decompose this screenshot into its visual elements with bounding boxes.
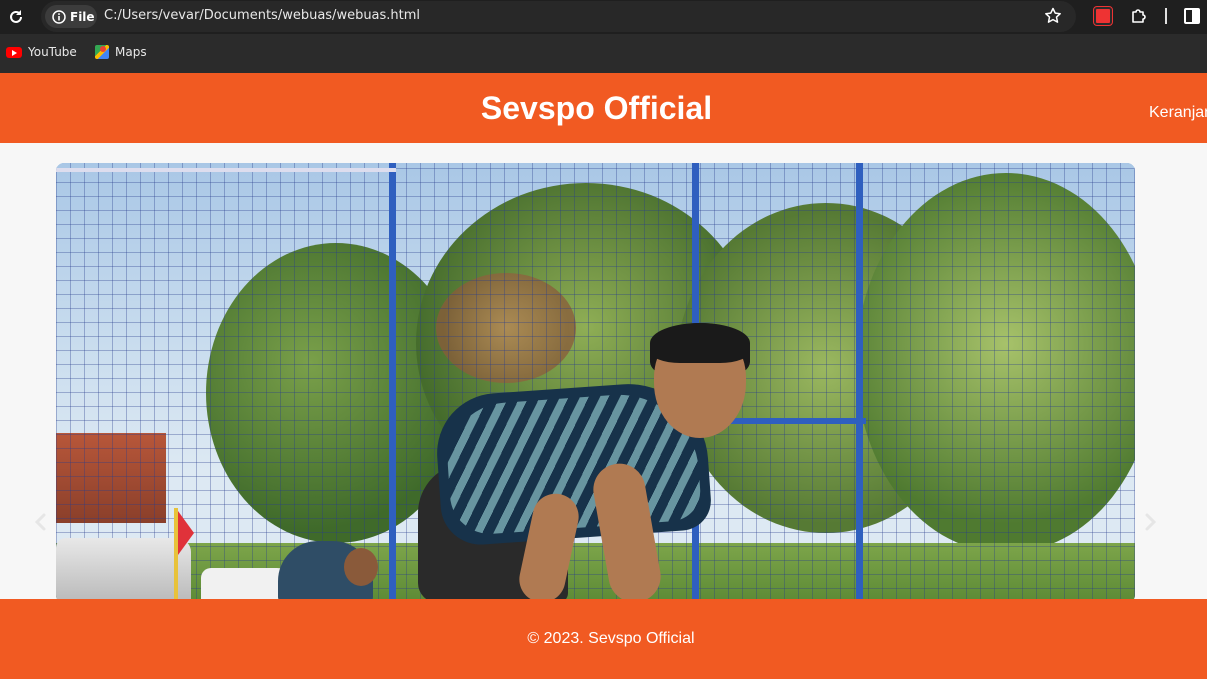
site-title: Sevspo Official — [480, 90, 713, 126]
footer-copyright: © 2023. Sevspo Official — [527, 630, 695, 647]
site-info-chip[interactable]: File — [45, 5, 97, 28]
cart-link[interactable]: Keranjang — [1149, 104, 1207, 122]
site-footer: © 2023. Sevspo Official — [0, 599, 1207, 679]
site-chip-label: File — [70, 9, 95, 24]
bookmark-label: YouTube — [28, 45, 77, 59]
youtube-icon — [6, 46, 22, 58]
bookmark-label: Maps — [115, 45, 147, 59]
bookmark-youtube[interactable]: YouTube — [6, 45, 77, 59]
url-text[interactable]: C:/Users/vevar/Documents/webuas/webuas.h… — [104, 8, 420, 23]
side-panel-icon[interactable] — [1184, 8, 1200, 24]
address-bar[interactable]: File C:/Users/vevar/Documents/webuas/web… — [41, 1, 1076, 32]
browser-toolbar: File C:/Users/vevar/Documents/webuas/web… — [0, 0, 1207, 34]
chevron-left-icon — [34, 513, 46, 531]
maps-icon — [95, 45, 109, 59]
carousel-next-button[interactable] — [1140, 512, 1160, 532]
bookmark-maps[interactable]: Maps — [95, 45, 147, 59]
goal-net — [56, 163, 1135, 603]
info-icon — [52, 9, 66, 24]
reload-icon[interactable] — [6, 7, 26, 27]
carousel-prev-button[interactable] — [31, 512, 51, 532]
bookmark-star-icon[interactable] — [1043, 6, 1063, 26]
extensions-puzzle-icon[interactable] — [1130, 7, 1148, 25]
extension-icon[interactable] — [1093, 6, 1113, 26]
toolbar-divider — [1165, 8, 1167, 24]
hero-carousel — [56, 163, 1135, 603]
site-header: Sevspo Official Keranjang — [0, 73, 1207, 143]
bookmarks-bar: YouTube Maps — [0, 34, 1207, 73]
chevron-right-icon — [1145, 513, 1157, 531]
